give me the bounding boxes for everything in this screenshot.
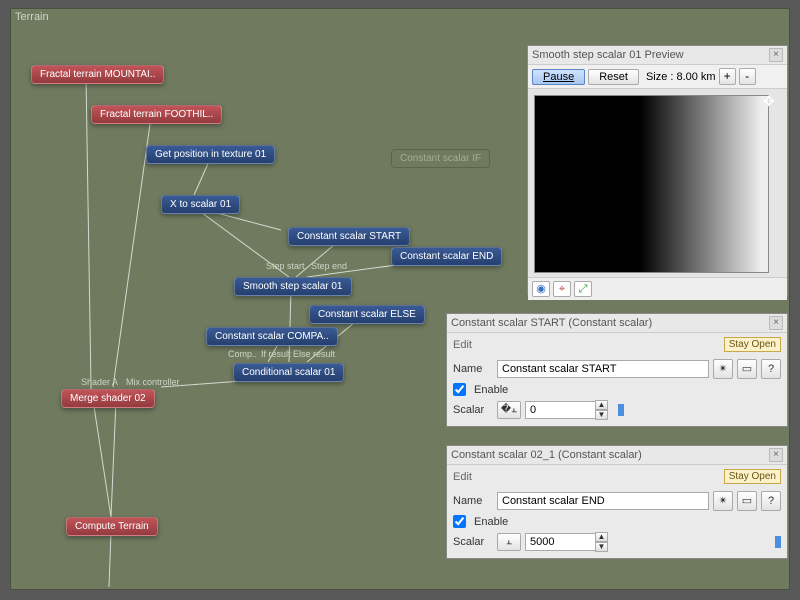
port-step-start: Step start — [266, 261, 305, 271]
node-get-position[interactable]: Get position in texture 01 — [146, 145, 275, 164]
enable-label: Enable — [474, 516, 508, 528]
preview-image[interactable]: ✥ — [534, 95, 769, 273]
enable-checkbox[interactable] — [453, 383, 466, 396]
help-icon[interactable]: ? — [761, 491, 781, 511]
node-constant-if-ghost[interactable]: Constant scalar IF — [391, 149, 490, 168]
scalar-handle-icon[interactable]: �⫠ — [497, 401, 521, 419]
scalar-label: Scalar — [453, 536, 493, 548]
node-x-to-scalar[interactable]: X to scalar 01 — [161, 195, 240, 214]
preview-title: Smooth step scalar 01 Preview — [532, 49, 684, 61]
spin-down-icon[interactable]: ▼ — [595, 542, 608, 552]
compass-icon[interactable]: ✥ — [763, 93, 783, 113]
port-shader-a: Shader A — [81, 377, 118, 387]
name-field[interactable] — [497, 492, 709, 510]
size-label: Size : — [646, 71, 674, 83]
terrain-title: Terrain — [11, 9, 789, 25]
reset-button[interactable]: Reset — [588, 69, 639, 85]
prop-panel-start: Constant scalar START (Constant scalar) … — [446, 313, 788, 427]
node-constant-start[interactable]: Constant scalar START — [288, 227, 410, 246]
scalar-slider[interactable] — [618, 534, 781, 550]
name-field[interactable] — [497, 360, 709, 378]
stay-open-button[interactable]: Stay Open — [724, 469, 781, 484]
scalar-label: Scalar — [453, 404, 493, 416]
node-constant-end[interactable]: Constant scalar END — [391, 247, 502, 266]
size-plus-button[interactable]: + — [719, 68, 736, 85]
scalar-slider[interactable] — [618, 402, 781, 418]
preview-footer-tools: ◉ ⌖ ⤢ — [528, 277, 787, 300]
port-mix-controller: Mix controller — [126, 377, 180, 387]
node-smooth-step[interactable]: Smooth step scalar 01 — [234, 277, 352, 296]
preview-toolbar: Pause Reset Size : 8.00 km + - — [528, 65, 787, 89]
pause-button[interactable]: Pause — [532, 69, 585, 85]
prop1-title: Constant scalar START (Constant scalar) — [451, 317, 652, 329]
node-conditional-scalar[interactable]: Conditional scalar 01 — [233, 363, 344, 382]
scalar-stepper[interactable]: ▲▼ — [525, 400, 608, 420]
port-step-end: Step end — [311, 261, 347, 271]
eye-icon[interactable]: ◉ — [532, 281, 550, 297]
name-label: Name — [453, 495, 493, 507]
scalar-handle-icon[interactable]: ⫠ — [497, 533, 521, 551]
preview-titlebar[interactable]: Smooth step scalar 01 Preview × — [528, 46, 787, 65]
scalar-stepper[interactable]: ▲▼ — [525, 532, 608, 552]
stay-open-button[interactable]: Stay Open — [724, 337, 781, 352]
node-constant-compa[interactable]: Constant scalar COMPA.. — [206, 327, 338, 346]
fit-icon[interactable]: ⤢ — [574, 281, 592, 297]
node-compute-terrain[interactable]: Compute Terrain — [66, 517, 158, 536]
scalar-input[interactable] — [525, 401, 595, 419]
close-icon[interactable]: × — [769, 316, 783, 330]
window-icon[interactable]: ▭ — [737, 491, 757, 511]
close-icon[interactable]: × — [769, 48, 783, 62]
target-icon[interactable]: ⌖ — [553, 281, 571, 297]
size-minus-button[interactable]: - — [739, 68, 756, 85]
node-constant-else[interactable]: Constant scalar ELSE — [309, 305, 425, 324]
enable-label: Enable — [474, 384, 508, 396]
node-merge-shader[interactable]: Merge shader 02 — [61, 389, 155, 408]
spin-down-icon[interactable]: ▼ — [595, 410, 608, 420]
port-if-else: If result Else result — [261, 349, 335, 359]
prop-panel-end: Constant scalar 02_1 (Constant scalar) ×… — [446, 445, 788, 559]
spin-up-icon[interactable]: ▲ — [595, 400, 608, 410]
port-comp: Comp.. — [228, 349, 257, 359]
prop2-titlebar[interactable]: Constant scalar 02_1 (Constant scalar) × — [447, 446, 787, 465]
node-fractal-mountain[interactable]: Fractal terrain MOUNTAI.. — [31, 65, 164, 84]
gear-icon[interactable]: ✴ — [713, 359, 733, 379]
prop2-title: Constant scalar 02_1 (Constant scalar) — [451, 449, 642, 461]
size-value: 8.00 km — [676, 71, 715, 83]
enable-checkbox[interactable] — [453, 515, 466, 528]
close-icon[interactable]: × — [769, 448, 783, 462]
gear-icon[interactable]: ✴ — [713, 491, 733, 511]
window-icon[interactable]: ▭ — [737, 359, 757, 379]
spin-up-icon[interactable]: ▲ — [595, 532, 608, 542]
help-icon[interactable]: ? — [761, 359, 781, 379]
preview-panel: Smooth step scalar 01 Preview × Pause Re… — [527, 45, 788, 295]
preview-gradient — [640, 96, 768, 272]
name-label: Name — [453, 363, 493, 375]
prop1-titlebar[interactable]: Constant scalar START (Constant scalar) … — [447, 314, 787, 333]
scalar-input[interactable] — [525, 533, 595, 551]
node-fractal-foothill[interactable]: Fractal terrain FOOTHIL.. — [91, 105, 222, 124]
